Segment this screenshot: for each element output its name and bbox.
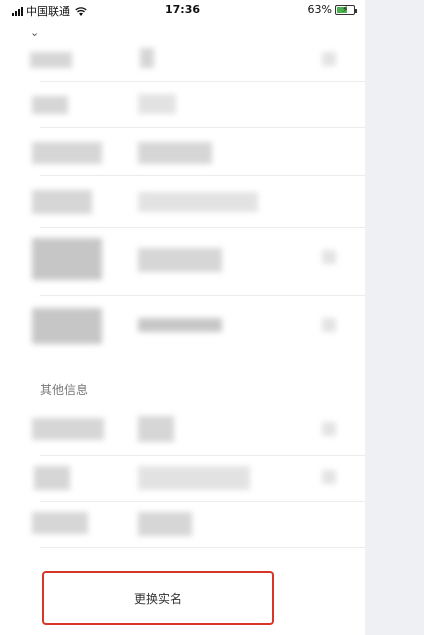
redacted-value [140,48,154,68]
status-right: 63% ⚡ [307,3,357,16]
redacted-value [138,512,192,536]
change-realname-label: 更换实名 [133,591,182,606]
info-row[interactable] [30,406,365,456]
redacted-label [30,52,72,68]
charging-bolt-icon: ⚡ [342,4,349,15]
info-row[interactable] [30,40,365,82]
chevron-right-icon [322,318,336,332]
info-row[interactable] [30,128,365,176]
app-screen: 中国联通 17:36 63% ⚡ ⌄ 其他信息 更换实名 [0,0,365,635]
redacted-label [32,142,102,164]
chevron-right-icon [322,422,336,436]
back-chevron-icon[interactable]: ⌄ [30,26,39,39]
info-row[interactable] [30,296,365,358]
redacted-value [138,94,176,114]
chevron-right-icon [322,250,336,264]
info-row[interactable] [30,228,365,296]
status-bar: 中国联通 17:36 63% ⚡ [0,0,365,20]
redacted-value [138,318,222,332]
info-row[interactable] [30,456,365,502]
redacted-value [138,466,250,490]
redacted-label [34,466,70,490]
row-divider [40,547,365,548]
redacted-label [32,512,88,534]
change-realname-button[interactable]: 更换实名 [42,571,274,625]
battery-icon: ⚡ [335,4,357,15]
info-row[interactable] [30,82,365,128]
redacted-label [32,190,92,214]
redacted-value [138,248,222,272]
redacted-value [138,416,174,442]
redacted-label [32,238,102,280]
chevron-right-icon [322,52,336,66]
chevron-right-icon [322,470,336,484]
redacted-value [138,142,212,164]
redacted-label [32,418,104,440]
redacted-value [138,192,258,212]
battery-percent: 63% [307,3,332,16]
redacted-label [32,96,68,114]
redacted-label [32,308,102,344]
section-title-other-info: 其他信息 [40,383,89,397]
info-row[interactable] [30,176,365,228]
info-row[interactable] [30,502,365,548]
